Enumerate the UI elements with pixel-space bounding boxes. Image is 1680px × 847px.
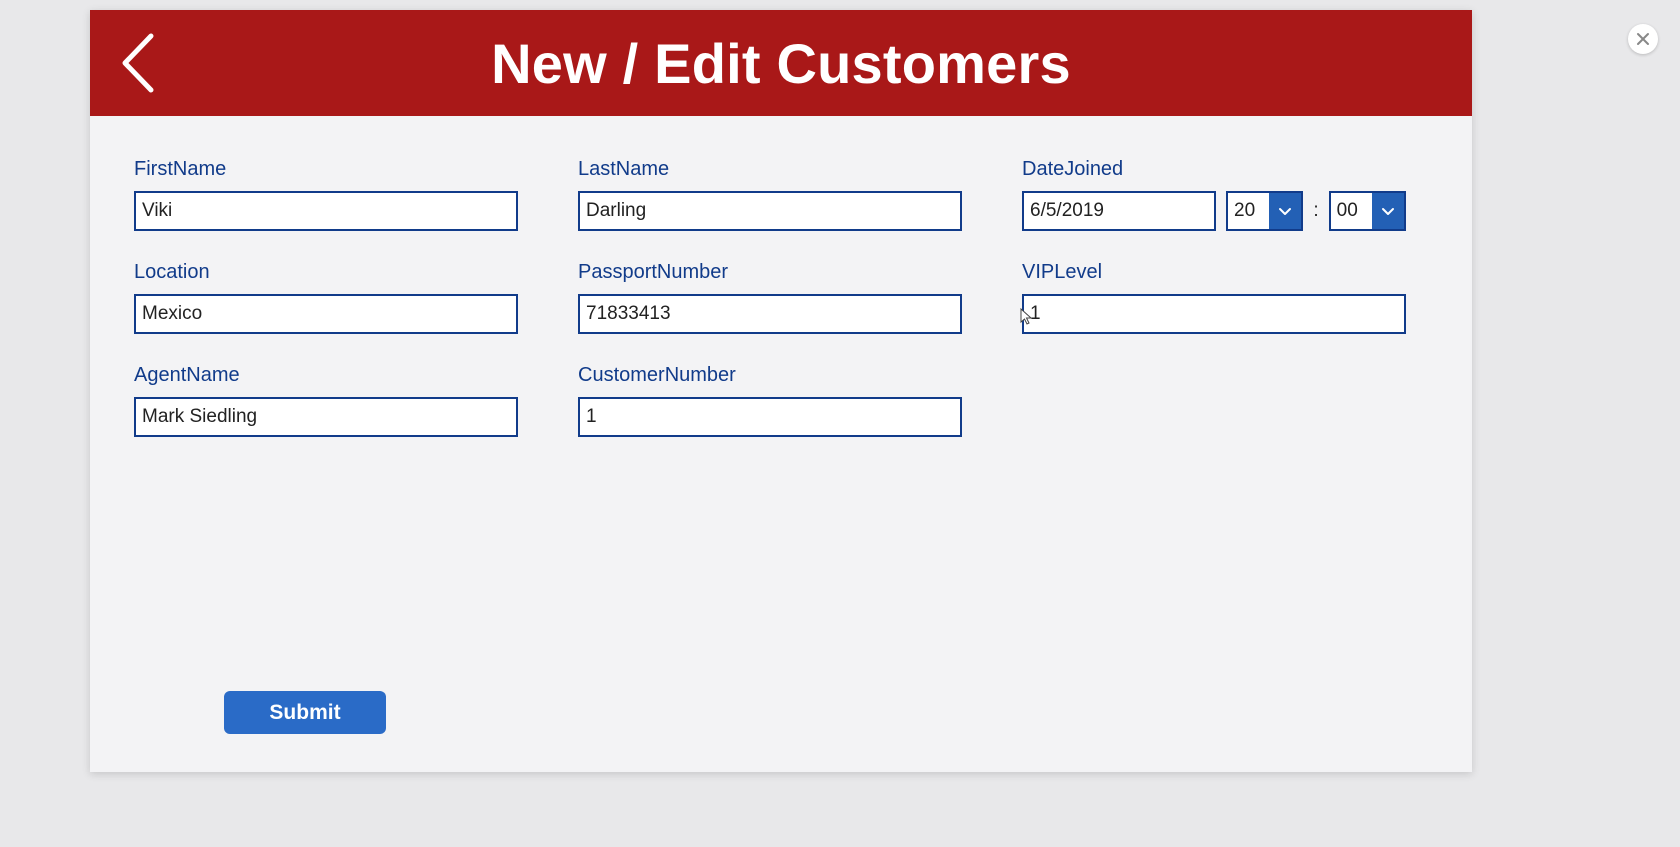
page-title: New / Edit Customers [90, 31, 1472, 96]
minute-dropdown [1329, 191, 1406, 231]
field-passportnumber: PassportNumber [578, 261, 962, 334]
input-firstname[interactable] [134, 191, 518, 231]
input-customernumber[interactable] [578, 397, 962, 437]
label-location: Location [134, 261, 518, 284]
label-datejoined: DateJoined [1022, 158, 1406, 181]
input-passportnumber[interactable] [578, 294, 962, 334]
label-agentname: AgentName [134, 364, 518, 387]
chevron-down-icon [1380, 203, 1396, 219]
hour-dropdown [1226, 191, 1303, 231]
form-row-1: FirstName LastName DateJoined [134, 158, 1428, 231]
minute-dropdown-button[interactable] [1372, 193, 1404, 229]
form-header: New / Edit Customers [90, 10, 1472, 116]
input-viplevel[interactable] [1022, 294, 1406, 334]
field-location: Location [134, 261, 518, 334]
date-picker [1022, 191, 1216, 231]
label-firstname: FirstName [134, 158, 518, 181]
input-lastname[interactable] [578, 191, 962, 231]
form-body: FirstName LastName DateJoined [90, 116, 1472, 437]
form-row-3: AgentName CustomerNumber [134, 364, 1428, 437]
input-location[interactable] [134, 294, 518, 334]
field-customernumber: CustomerNumber [578, 364, 962, 437]
label-viplevel: VIPLevel [1022, 261, 1406, 284]
back-arrow-icon [113, 30, 161, 96]
form-row-2: Location PassportNumber VIPLevel [134, 261, 1428, 334]
form-card: New / Edit Customers FirstName LastName … [90, 10, 1472, 772]
label-customernumber: CustomerNumber [578, 364, 962, 387]
label-passportnumber: PassportNumber [578, 261, 962, 284]
field-lastname: LastName [578, 158, 962, 231]
input-hour[interactable] [1228, 200, 1269, 222]
field-agentname: AgentName [134, 364, 518, 437]
label-lastname: LastName [578, 158, 962, 181]
close-button[interactable] [1628, 24, 1658, 54]
datejoined-group: : [1022, 191, 1406, 231]
hour-dropdown-button[interactable] [1269, 193, 1301, 229]
submit-button[interactable]: Submit [224, 691, 386, 734]
back-button[interactable] [113, 30, 161, 96]
field-datejoined: DateJoined [1022, 158, 1406, 231]
close-icon [1636, 32, 1650, 46]
input-agentname[interactable] [134, 397, 518, 437]
chevron-down-icon [1277, 203, 1293, 219]
field-viplevel: VIPLevel [1022, 261, 1406, 334]
field-firstname: FirstName [134, 158, 518, 231]
time-separator: : [1313, 200, 1318, 222]
input-minute[interactable] [1331, 200, 1372, 222]
